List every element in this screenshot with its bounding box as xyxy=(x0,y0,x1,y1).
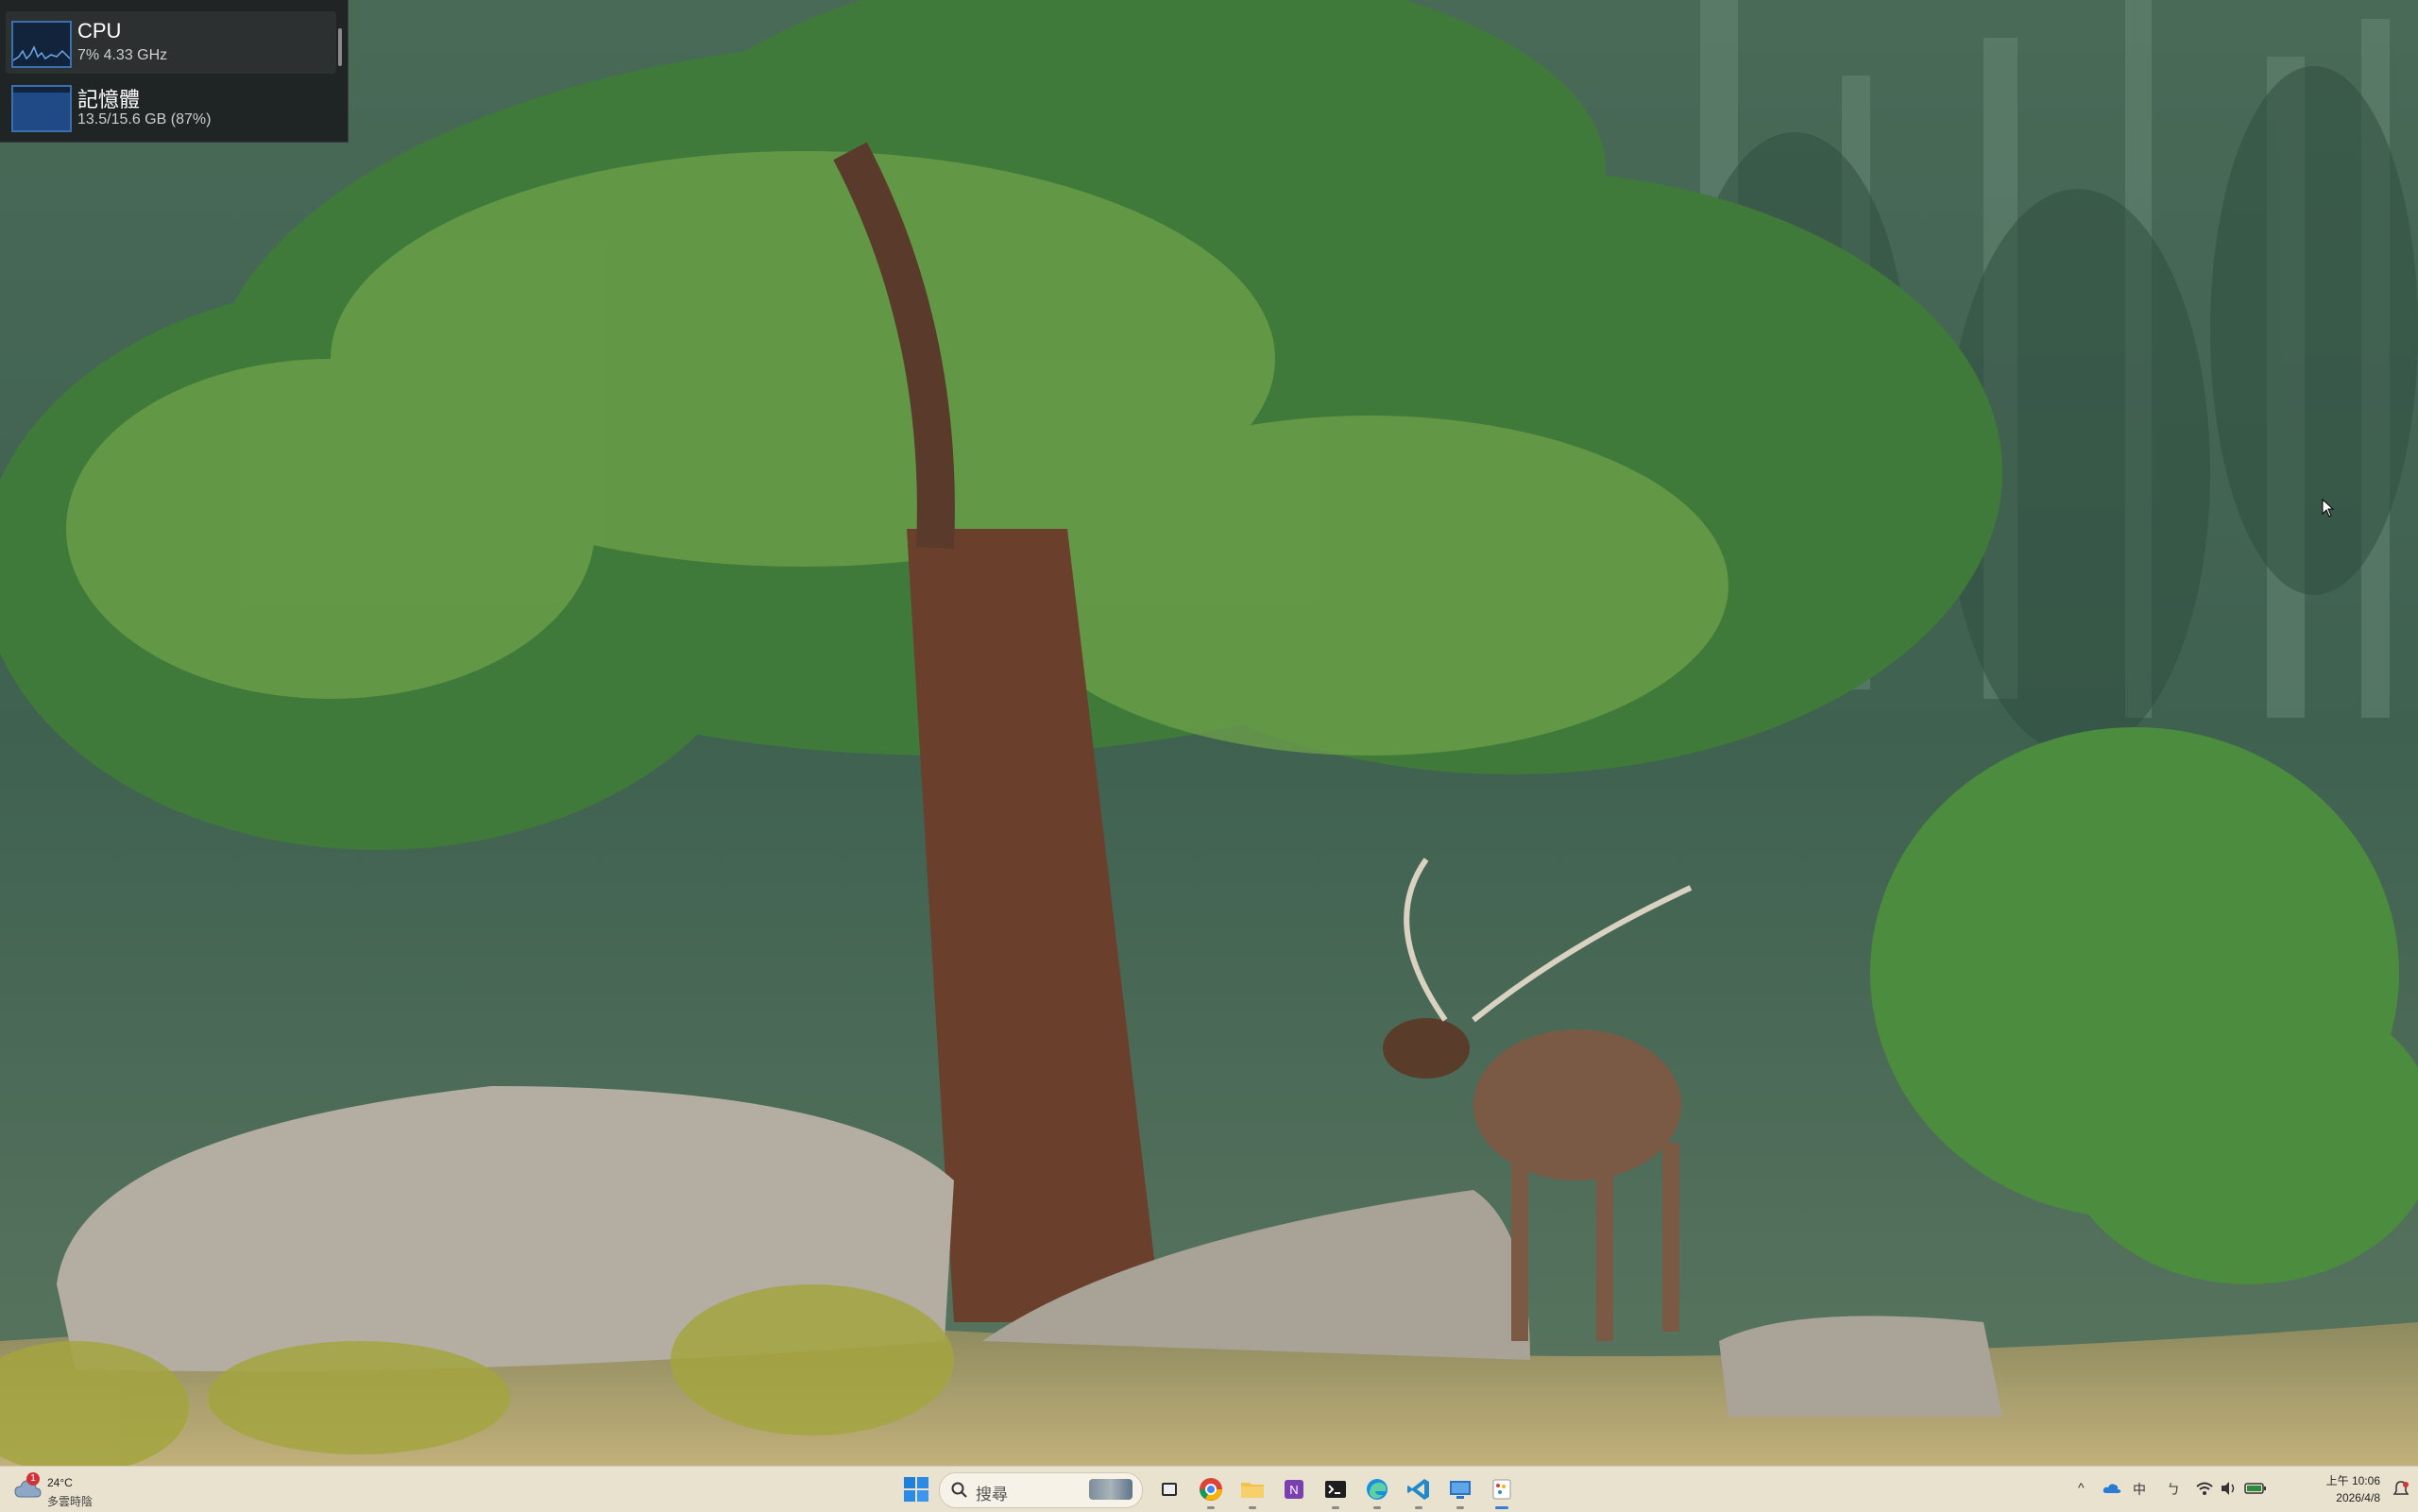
folder-icon xyxy=(1241,1483,1264,1498)
task-view-icon xyxy=(1162,1483,1177,1496)
wallpaper-image xyxy=(0,0,2418,1466)
remote-desktop-icon xyxy=(1450,1481,1471,1499)
search-placeholder: 搜尋 xyxy=(976,1486,1008,1504)
running-indicator xyxy=(1332,1506,1339,1509)
windows-start-icon[interactable] xyxy=(903,1476,929,1503)
mouse-cursor-icon xyxy=(2322,499,2335,518)
memory-detail: 13.5/15.6 GB (87%) xyxy=(77,111,212,127)
ime-mode-indicator[interactable]: ㄅ xyxy=(2167,1480,2180,1499)
running-indicator xyxy=(1456,1506,1464,1509)
task-view-button[interactable] xyxy=(1154,1474,1184,1504)
memory-title: 記憶體 xyxy=(77,88,141,111)
ime-language-indicator[interactable]: 中 xyxy=(2133,1480,2146,1499)
running-indicator xyxy=(1249,1506,1256,1509)
running-indicator xyxy=(1373,1506,1381,1509)
vscode-icon xyxy=(1407,1479,1429,1500)
volume-icon[interactable] xyxy=(2220,1481,2239,1496)
weather-alert-badge: 1 xyxy=(26,1472,40,1486)
notification-bell-icon[interactable] xyxy=(2392,1480,2410,1499)
edge-icon xyxy=(1367,1479,1388,1500)
widget-scrollbar[interactable] xyxy=(338,28,342,66)
running-indicator xyxy=(1495,1506,1508,1509)
remote-desktop-button[interactable] xyxy=(1445,1474,1475,1509)
running-indicator xyxy=(1207,1506,1215,1509)
weather-desc: 多雲時陰 xyxy=(47,1495,94,1508)
search-icon xyxy=(951,1482,967,1498)
performance-widget[interactable]: CPU 7% 4.33 GHz 記憶體 13.5/15.6 GB (87%) xyxy=(0,0,349,143)
chrome-icon xyxy=(1200,1478,1222,1501)
tray-overflow-chevron[interactable]: ^ xyxy=(2078,1480,2085,1495)
paint-button[interactable] xyxy=(1487,1474,1517,1509)
cpu-graph xyxy=(11,21,72,68)
cpu-detail: 7% 4.33 GHz xyxy=(77,47,168,63)
onedrive-icon[interactable] xyxy=(2103,1480,2121,1497)
clock-date[interactable]: 2026/4/8 xyxy=(2336,1491,2380,1504)
battery-icon[interactable] xyxy=(2244,1482,2267,1495)
terminal-button[interactable] xyxy=(1320,1474,1351,1509)
onenote-button[interactable]: N xyxy=(1279,1474,1309,1504)
chrome-button[interactable] xyxy=(1196,1474,1226,1509)
taskbar: 1 24°C 多雲時陰 搜尋 N ^ 中 ㄅ 上午 10:06 2026/4/8 xyxy=(0,1466,2418,1512)
wifi-icon[interactable] xyxy=(2195,1481,2214,1496)
onenote-icon: N xyxy=(1285,1480,1303,1499)
cpu-monitor[interactable]: CPU 7% 4.33 GHz xyxy=(6,11,336,74)
terminal-icon xyxy=(1325,1481,1346,1498)
memory-graph xyxy=(11,85,72,132)
running-indicator xyxy=(1415,1506,1422,1509)
system-tray: ^ 中 ㄅ 上午 10:06 2026/4/8 xyxy=(2078,1467,2418,1512)
search-highlight-image xyxy=(1089,1479,1132,1500)
clock-time[interactable]: 上午 10:06 xyxy=(2326,1472,2380,1488)
svg-text:N: N xyxy=(1289,1483,1298,1497)
edge-button[interactable] xyxy=(1362,1474,1392,1509)
weather-widget[interactable]: 1 24°C 多雲時陰 xyxy=(13,1470,127,1508)
memory-monitor[interactable]: 記憶體 13.5/15.6 GB (87%) xyxy=(6,76,336,138)
vscode-button[interactable] xyxy=(1404,1474,1434,1509)
file-explorer-button[interactable] xyxy=(1237,1474,1268,1509)
cpu-title: CPU xyxy=(77,19,122,42)
paint-icon xyxy=(1492,1479,1511,1500)
search-input[interactable]: 搜尋 xyxy=(939,1472,1143,1508)
desktop[interactable]: CPU 7% 4.33 GHz 記憶體 13.5/15.6 GB (87%) xyxy=(0,0,2418,1466)
weather-temp: 24°C xyxy=(47,1476,73,1489)
